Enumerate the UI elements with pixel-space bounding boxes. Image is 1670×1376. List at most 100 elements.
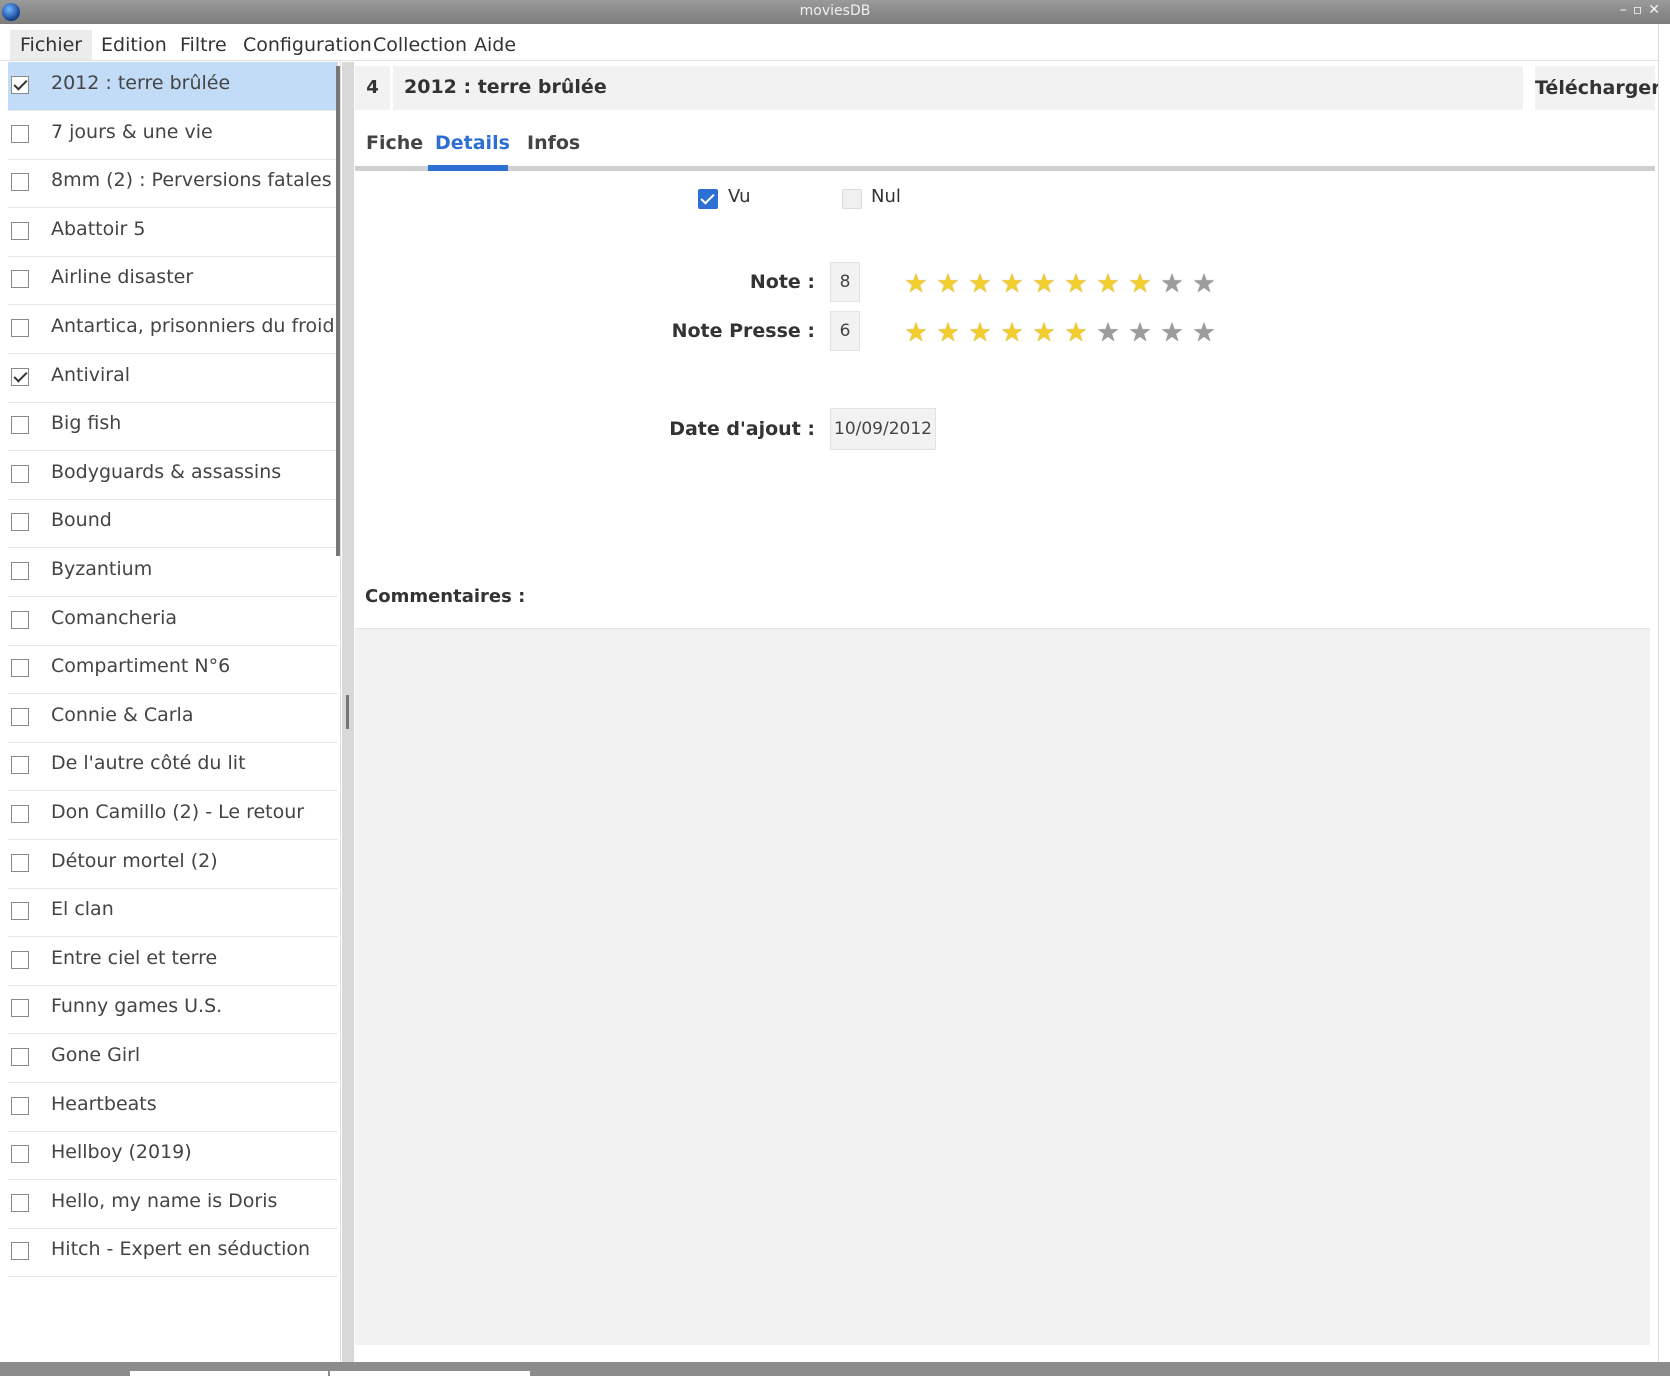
list-item[interactable]: De l'autre côté du lit	[8, 742, 338, 792]
star-icon[interactable]: ★	[1156, 269, 1188, 299]
movie-checkbox[interactable]	[11, 1193, 29, 1212]
nul-checkbox[interactable]	[842, 189, 862, 209]
movie-checkbox[interactable]	[11, 173, 29, 192]
movie-checkbox[interactable]	[11, 1096, 29, 1115]
list-item[interactable]: Entre ciel et terre	[8, 937, 338, 986]
menu-filtre[interactable]: Filtre	[170, 30, 237, 60]
movie-checkbox[interactable]	[11, 562, 29, 580]
vu-checkbox[interactable]	[698, 189, 718, 209]
list-item[interactable]: Big fish	[8, 402, 338, 452]
note-stars[interactable]: ★ ★ ★ ★ ★ ★ ★ ★ ★ ★	[900, 269, 1220, 299]
note-presse-stars[interactable]: ★ ★ ★ ★ ★ ★ ★ ★ ★ ★	[900, 318, 1220, 348]
movie-checkbox[interactable]	[11, 707, 29, 726]
star-icon[interactable]: ★	[1092, 269, 1124, 299]
star-icon[interactable]: ★	[1188, 269, 1220, 299]
splitter-handle[interactable]	[346, 695, 349, 729]
restore-icon[interactable]: ▫	[1633, 2, 1643, 18]
movie-checkbox[interactable]	[11, 902, 29, 921]
list-item[interactable]: Connie & Carla	[8, 694, 338, 743]
movie-checkbox[interactable]	[11, 124, 29, 143]
close-icon[interactable]: ✕	[1648, 2, 1660, 18]
star-icon[interactable]: ★	[900, 269, 932, 299]
movie-checkbox[interactable]	[11, 853, 29, 872]
star-icon[interactable]: ★	[932, 318, 964, 348]
star-icon[interactable]: ★	[964, 269, 996, 299]
movie-title: Bodyguards & assassins	[51, 460, 282, 483]
star-icon[interactable]: ★	[1124, 318, 1156, 348]
menu-aide[interactable]: Aide	[464, 30, 526, 60]
movie-checkbox[interactable]	[11, 805, 29, 823]
list-item[interactable]: Antiviral	[8, 354, 338, 403]
star-icon[interactable]: ★	[900, 318, 932, 348]
star-icon[interactable]: ★	[1092, 318, 1124, 348]
list-item[interactable]: 2012 : terre brûlée	[8, 62, 338, 111]
movie-checkbox[interactable]	[11, 1048, 29, 1066]
star-icon[interactable]: ★	[932, 269, 964, 299]
star-icon[interactable]: ★	[996, 318, 1028, 348]
movie-checkbox[interactable]	[11, 513, 29, 532]
movie-title: Détour mortel (2)	[51, 849, 218, 872]
download-button[interactable]: Télécharger	[1535, 66, 1661, 110]
list-item[interactable]: Funny games U.S.	[8, 985, 338, 1035]
list-item[interactable]: Comancheria	[8, 597, 338, 646]
taskbar-item[interactable]	[130, 1371, 328, 1376]
star-icon[interactable]: ★	[1028, 318, 1060, 348]
taskbar-item[interactable]	[330, 1371, 530, 1376]
list-item[interactable]: 7 jours & une vie	[8, 111, 338, 160]
movie-checkbox[interactable]	[11, 1145, 29, 1164]
movie-checkbox[interactable]	[11, 1242, 29, 1261]
note-presse-input[interactable]: 6	[830, 311, 860, 351]
minimize-icon[interactable]: –	[1620, 2, 1627, 18]
movie-list[interactable]: 2012 : terre brûlée 7 jours & une vie 8mm …	[0, 62, 341, 1362]
comments-textarea[interactable]	[355, 628, 1650, 1345]
list-item[interactable]: Bound	[8, 499, 338, 549]
movie-title: Gone Girl	[51, 1044, 141, 1066]
list-item[interactable]: Airline disaster	[8, 256, 338, 306]
movie-checkbox[interactable]	[11, 270, 29, 289]
movie-title-field[interactable]: 2012 : terre brûlée	[393, 66, 1523, 110]
list-item[interactable]: Compartiment N°6	[8, 645, 338, 695]
list-item[interactable]: Hitch - Expert en séduction	[8, 1228, 338, 1278]
list-item[interactable]: Heartbeats	[8, 1083, 338, 1132]
list-item[interactable]: El clan	[8, 888, 338, 938]
menu-configuration[interactable]: Configuration	[233, 30, 382, 60]
tab-infos[interactable]: Infos	[527, 132, 580, 154]
movie-checkbox[interactable]	[11, 610, 29, 629]
list-item[interactable]: Don Camillo (2) - Le retour	[8, 791, 338, 840]
star-icon[interactable]: ★	[1124, 269, 1156, 299]
star-icon[interactable]: ★	[964, 318, 996, 348]
star-icon[interactable]: ★	[1060, 269, 1092, 299]
star-icon[interactable]: ★	[1188, 318, 1220, 348]
list-item[interactable]: Hellboy (2019)	[8, 1131, 338, 1181]
movie-checkbox[interactable]	[11, 319, 29, 337]
movie-checkbox[interactable]	[11, 76, 29, 94]
star-icon[interactable]: ★	[1028, 269, 1060, 299]
menu-edition[interactable]: Edition	[91, 30, 177, 60]
list-item[interactable]: 8mm (2) : Perversions fatales	[8, 159, 338, 209]
list-item[interactable]: Hello, my name is Doris	[8, 1180, 338, 1229]
date-input[interactable]: 10/09/2012	[830, 408, 936, 450]
note-input[interactable]: 8	[830, 262, 860, 302]
movie-checkbox[interactable]	[11, 999, 29, 1018]
star-icon[interactable]: ★	[996, 269, 1028, 299]
star-icon[interactable]: ★	[1156, 318, 1188, 348]
menu-fichier[interactable]: Fichier	[10, 30, 93, 60]
list-item[interactable]: Antartica, prisonniers du froid	[8, 305, 338, 354]
movie-checkbox[interactable]	[11, 464, 29, 483]
movie-checkbox[interactable]	[11, 367, 29, 386]
menu-collection[interactable]: Collection	[363, 30, 477, 60]
movie-checkbox[interactable]	[11, 950, 29, 969]
star-icon[interactable]: ★	[1060, 318, 1092, 348]
list-item[interactable]: Gone Girl	[8, 1034, 338, 1083]
tab-fiche[interactable]: Fiche	[366, 132, 423, 154]
list-item[interactable]: Détour mortel (2)	[8, 840, 338, 889]
movie-checkbox[interactable]	[11, 756, 29, 775]
list-item[interactable]: Bodyguards & assassins	[8, 451, 338, 500]
movie-checkbox[interactable]	[11, 221, 29, 240]
movie-checkbox[interactable]	[11, 416, 29, 435]
list-item[interactable]: Abattoir 5	[8, 208, 338, 257]
movie-list-scrollbar[interactable]	[336, 66, 340, 556]
tab-details[interactable]: Details	[435, 132, 510, 154]
movie-checkbox[interactable]	[11, 659, 29, 678]
list-item[interactable]: Byzantium	[8, 548, 338, 597]
